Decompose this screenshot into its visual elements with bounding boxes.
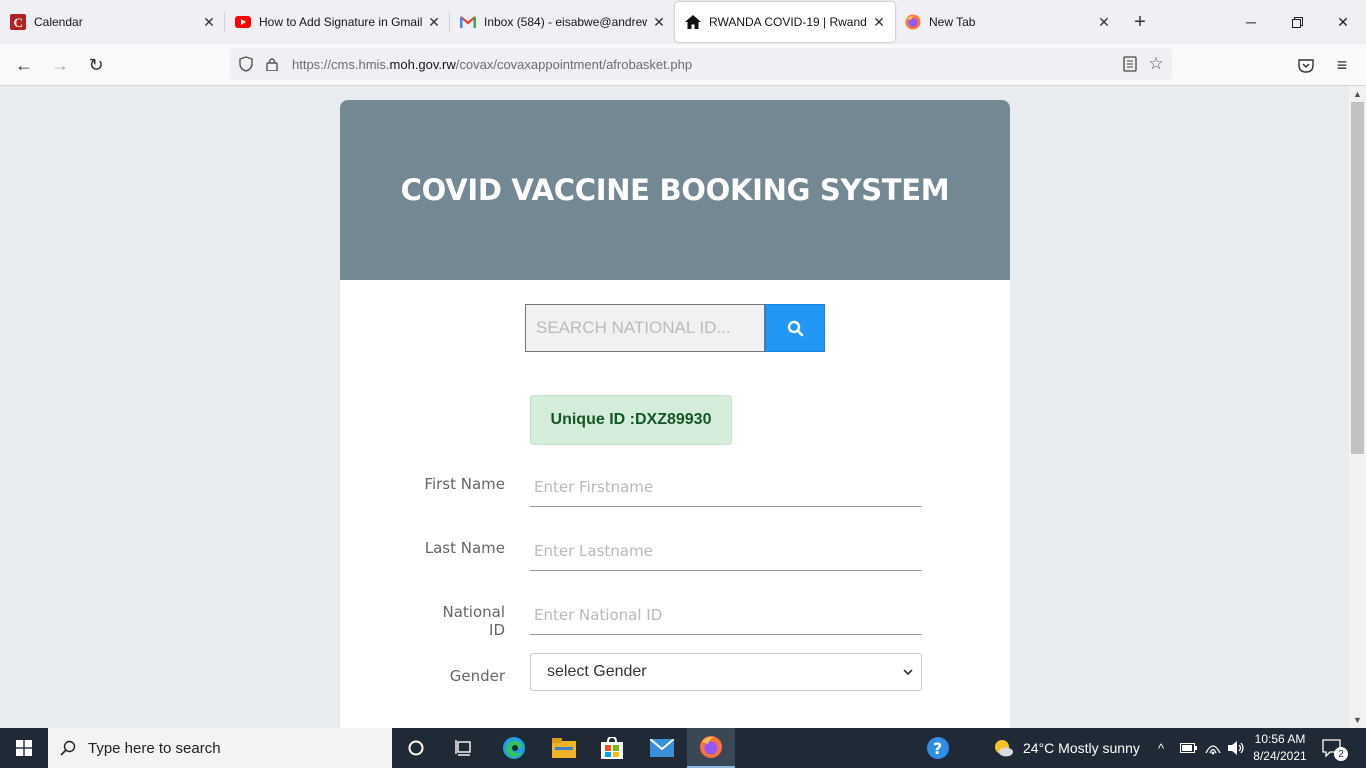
- tab-gmail[interactable]: Inbox (584) - eisabwe@andrew ✕: [450, 2, 675, 42]
- close-tab-icon[interactable]: ✕: [1096, 14, 1112, 30]
- url-text: https://cms.hmis.moh.gov.rw/covax/covaxa…: [292, 56, 693, 72]
- first-name-field[interactable]: [530, 467, 922, 507]
- search-icon: [787, 320, 803, 336]
- close-tab-icon[interactable]: ✕: [201, 14, 217, 30]
- taskbar-search-box[interactable]: Type here to search: [48, 728, 392, 768]
- chevron-down-icon: [903, 668, 913, 675]
- scrollbar-thumb[interactable]: [1351, 102, 1364, 454]
- search-form: [525, 304, 825, 352]
- booking-card: COVID VACCINE BOOKING SYSTEM Unique ID :…: [340, 100, 1010, 728]
- card-header: COVID VACCINE BOOKING SYSTEM: [340, 100, 1010, 280]
- weather-sun-cloud-icon: [995, 740, 1013, 757]
- firefox-icon: [905, 14, 921, 30]
- pocket-icon[interactable]: [1291, 50, 1321, 80]
- youtube-icon: [235, 14, 251, 30]
- new-tab-button[interactable]: +: [1120, 2, 1160, 42]
- minimize-icon[interactable]: ─: [1228, 0, 1274, 44]
- close-window-icon[interactable]: ✕: [1320, 0, 1366, 44]
- volume-icon[interactable]: [1228, 728, 1246, 768]
- gender-select[interactable]: select Gender: [530, 653, 922, 691]
- wifi-icon[interactable]: [1205, 728, 1221, 768]
- unique-id-badge: Unique ID :DXZ89930: [530, 395, 732, 445]
- lock-icon[interactable]: [262, 54, 282, 74]
- first-name-label: First Name: [424, 475, 505, 493]
- scroll-up-icon[interactable]: ▲: [1349, 86, 1366, 102]
- page-scrollbar[interactable]: ▲ ▼: [1349, 86, 1366, 728]
- tab-strip: C Calendar ✕ How to Add Signature in Gma…: [0, 0, 1366, 44]
- home-icon: [685, 14, 701, 30]
- close-tab-icon[interactable]: ✕: [426, 14, 442, 30]
- tab-calendar[interactable]: C Calendar ✕: [0, 2, 225, 42]
- reader-view-icon[interactable]: [1120, 54, 1140, 74]
- search-button[interactable]: [765, 304, 825, 352]
- help-icon[interactable]: ?: [914, 728, 962, 768]
- national-id-field[interactable]: [530, 595, 922, 635]
- reload-icon[interactable]: ↻: [81, 50, 111, 80]
- page-title: COVID VACCINE BOOKING SYSTEM: [400, 173, 950, 207]
- system-clock[interactable]: 10:56 AM 8/24/2021: [1252, 731, 1308, 765]
- svg-text:C: C: [14, 15, 23, 30]
- gender-label: Gender: [449, 667, 505, 685]
- tab-youtube[interactable]: How to Add Signature in Gmail ✕: [225, 2, 450, 42]
- cortana-icon[interactable]: [392, 728, 440, 768]
- address-bar[interactable]: https://cms.hmis.moh.gov.rw/covax/covaxa…: [230, 48, 1172, 80]
- page-viewport: COVID VACCINE BOOKING SYSTEM Unique ID :…: [0, 86, 1349, 728]
- microsoft-store-icon[interactable]: [588, 728, 636, 768]
- edge-icon[interactable]: [490, 728, 538, 768]
- scroll-down-icon[interactable]: ▼: [1349, 712, 1366, 728]
- shield-icon[interactable]: [236, 54, 256, 74]
- windows-start-icon[interactable]: [0, 728, 48, 768]
- search-icon: [60, 740, 76, 756]
- last-name-label: Last Name: [424, 539, 505, 557]
- national-id-label: National ID: [442, 603, 505, 639]
- close-tab-icon[interactable]: ✕: [871, 14, 887, 30]
- close-tab-icon[interactable]: ✕: [651, 14, 667, 30]
- navigation-toolbar: ← → ↻ https://cms.hmis.moh.gov.rw/covax/…: [0, 44, 1366, 86]
- calendar-c-icon: C: [10, 14, 26, 30]
- chevron-up-icon[interactable]: ^: [1158, 728, 1164, 768]
- file-explorer-icon[interactable]: [540, 728, 588, 768]
- restore-icon[interactable]: [1274, 0, 1320, 44]
- windows-taskbar: Type here to search ? 24°C Mostly sunny …: [0, 728, 1366, 768]
- notification-count-badge: 2: [1334, 747, 1348, 761]
- task-view-icon[interactable]: [440, 728, 488, 768]
- mail-icon[interactable]: [638, 728, 686, 768]
- last-name-field[interactable]: [530, 531, 922, 571]
- gmail-icon: [460, 14, 476, 30]
- firefox-taskbar-icon[interactable]: [687, 728, 735, 768]
- weather-widget[interactable]: 24°C Mostly sunny: [992, 728, 1140, 768]
- hamburger-menu-icon[interactable]: ≡: [1327, 50, 1357, 80]
- tab-new-tab[interactable]: New Tab ✕: [895, 2, 1120, 42]
- notifications-icon[interactable]: 2: [1322, 728, 1348, 768]
- forward-arrow-icon[interactable]: →: [45, 50, 75, 80]
- tab-rwanda-covid[interactable]: RWANDA COVID-19 | Rwanda C ✕: [675, 2, 895, 42]
- back-arrow-icon[interactable]: ←: [9, 50, 39, 80]
- battery-icon[interactable]: [1180, 728, 1198, 768]
- bookmark-star-icon[interactable]: ☆: [1146, 54, 1166, 74]
- svg-text:?: ?: [933, 739, 942, 758]
- national-id-search-input[interactable]: [525, 304, 765, 352]
